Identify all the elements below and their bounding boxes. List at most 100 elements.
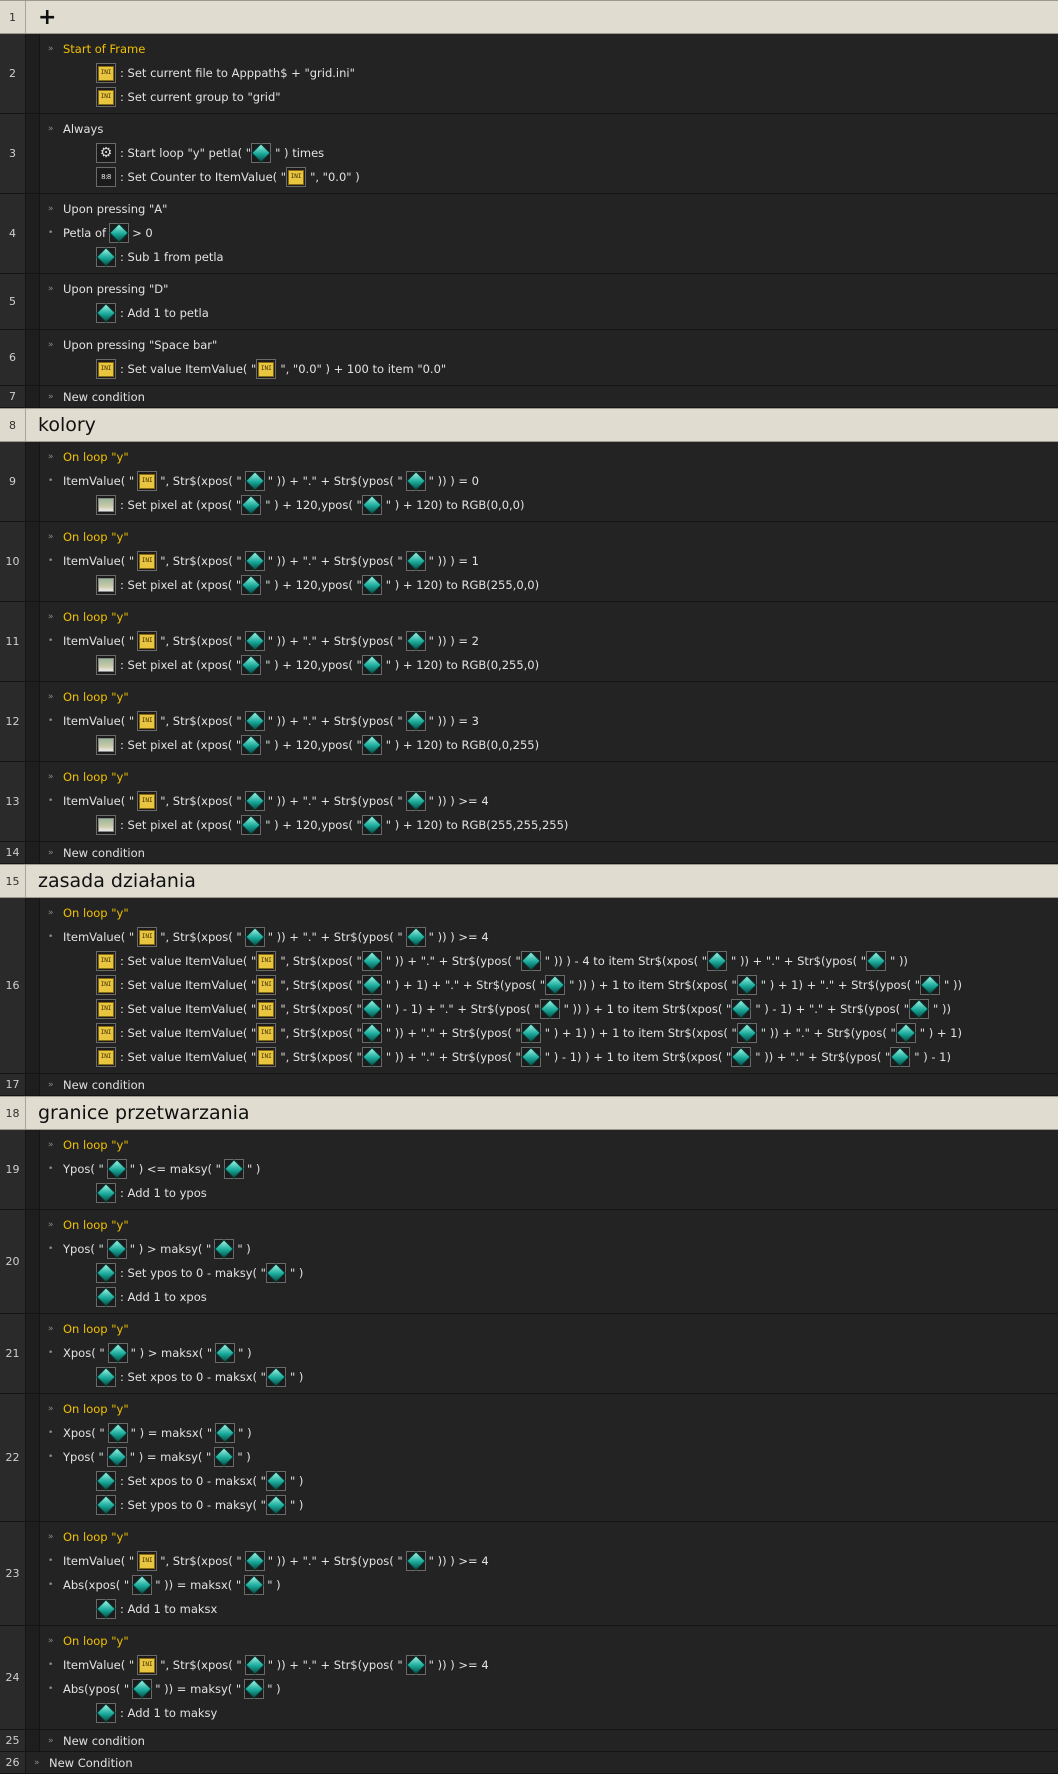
active-object-icon[interactable] bbox=[265, 1263, 286, 1283]
new-condition-label[interactable]: New condition bbox=[63, 390, 145, 404]
active-object-icon[interactable] bbox=[520, 1023, 541, 1043]
condition-line[interactable]: • Petla of > 0 bbox=[40, 221, 1058, 245]
event-row[interactable]: 3 » Always ⚙: Start loop "y" petla( " " ) ti… bbox=[0, 114, 1058, 194]
active-object-icon[interactable] bbox=[405, 551, 426, 571]
event-row[interactable]: 10 » On loop "y" • ItemValue( " INI ", Str$(xp… bbox=[0, 522, 1058, 602]
active-object-icon[interactable] bbox=[96, 1703, 116, 1723]
active-object-icon[interactable] bbox=[244, 711, 265, 731]
active-object-icon[interactable] bbox=[132, 1679, 153, 1699]
active-object-icon[interactable] bbox=[405, 791, 426, 811]
event-row[interactable]: 6» Upon pressing "Space bar" INI: Set valu… bbox=[0, 330, 1058, 386]
active-object-icon[interactable] bbox=[215, 1423, 236, 1443]
active-object-icon[interactable] bbox=[265, 1495, 286, 1515]
ini-file-icon[interactable]: INI bbox=[96, 63, 116, 83]
new-condition[interactable]: » New Condition bbox=[26, 1752, 1058, 1774]
ini-file-icon[interactable]: INI bbox=[137, 791, 158, 811]
action-line[interactable]: INI: Set value ItemValue( " INI ", Str$(xp… bbox=[40, 949, 1058, 973]
condition-line[interactable]: » On loop "y" bbox=[40, 605, 1058, 629]
active-object-icon[interactable] bbox=[244, 927, 265, 947]
active-object-icon[interactable] bbox=[106, 1447, 127, 1467]
active-object-icon[interactable] bbox=[405, 927, 426, 947]
condition-line[interactable]: • ItemValue( " INI ", Str$(xpos( " " )) + ".… bbox=[40, 789, 1058, 813]
comment-row[interactable]: 15 zasada działania bbox=[0, 864, 1058, 898]
comment-row[interactable]: 1 + bbox=[0, 0, 1058, 34]
condition-line[interactable]: » On loop "y" bbox=[40, 1133, 1058, 1157]
new-condition-row[interactable]: 7 » New condition bbox=[0, 386, 1058, 408]
picture-icon[interactable] bbox=[96, 495, 116, 515]
active-object-icon[interactable] bbox=[405, 1655, 426, 1675]
active-object-icon[interactable] bbox=[361, 735, 382, 755]
action-line[interactable]: INI: Set value ItemValue( " INI ", Str$(xp… bbox=[40, 997, 1058, 1021]
active-object-icon[interactable] bbox=[539, 999, 560, 1019]
picture-icon[interactable] bbox=[96, 815, 116, 835]
active-object-icon[interactable] bbox=[405, 471, 426, 491]
new-condition[interactable]: » New condition bbox=[40, 842, 1058, 864]
active-object-icon[interactable] bbox=[405, 1551, 426, 1571]
condition-line[interactable]: » On loop "y" bbox=[40, 445, 1058, 469]
event-row[interactable]: 13 » On loop "y" • ItemValue( " INI ", Str$(xp… bbox=[0, 762, 1058, 842]
active-object-icon[interactable] bbox=[361, 975, 382, 995]
active-object-icon[interactable] bbox=[96, 247, 116, 267]
active-object-icon[interactable] bbox=[265, 1471, 286, 1491]
picture-icon[interactable] bbox=[96, 655, 116, 675]
action-line[interactable]: INI: Set value ItemValue( " INI ", Str$(xp… bbox=[40, 1021, 1058, 1045]
condition-line[interactable]: » Always bbox=[40, 117, 1058, 141]
active-object-icon[interactable] bbox=[909, 999, 930, 1019]
active-object-icon[interactable] bbox=[405, 631, 426, 651]
new-condition[interactable]: » New condition bbox=[40, 386, 1058, 408]
ini-file-icon[interactable]: INI bbox=[96, 1023, 116, 1043]
active-object-icon[interactable] bbox=[244, 631, 265, 651]
active-object-icon[interactable] bbox=[96, 1471, 116, 1491]
active-object-icon[interactable] bbox=[520, 951, 541, 971]
event-row[interactable]: 9 » On loop "y" • ItemValue( " INI ", Str$(xpo… bbox=[0, 442, 1058, 522]
active-object-icon[interactable] bbox=[107, 1423, 128, 1443]
comment-text[interactable]: kolory bbox=[26, 409, 96, 441]
new-condition-row[interactable]: 26 » New Condition bbox=[0, 1752, 1058, 1774]
active-object-icon[interactable] bbox=[244, 551, 265, 571]
event-row[interactable]: 5 » Upon pressing "D": Add 1 to petla bbox=[0, 274, 1058, 330]
condition-line[interactable]: » On loop "y" bbox=[40, 685, 1058, 709]
comment-text[interactable]: zasada działania bbox=[26, 865, 196, 897]
event-row[interactable]: 16» On loop "y" • ItemValue( " INI ", Str$(xp… bbox=[0, 898, 1058, 1074]
active-object-icon[interactable] bbox=[106, 1239, 127, 1259]
action-line[interactable]: INI: Set value ItemValue( " INI ", "0.0" )… bbox=[40, 357, 1058, 381]
ini-file-icon[interactable]: INI bbox=[137, 1655, 158, 1675]
event-row[interactable]: 2 » Start of Frame INI: Set current file to… bbox=[0, 34, 1058, 114]
event-row[interactable]: 11 » On loop "y" • ItemValue( " INI ", Str$(xp… bbox=[0, 602, 1058, 682]
new-condition-label[interactable]: New condition bbox=[63, 1734, 145, 1748]
ini-file-icon[interactable]: INI bbox=[96, 359, 116, 379]
action-line[interactable]: INI: Set value ItemValue( " INI ", Str$(xp… bbox=[40, 973, 1058, 997]
condition-line[interactable]: • Ypos( " " ) <= maksy( " " ) bbox=[40, 1157, 1058, 1181]
new-condition-row[interactable]: 14 » New condition bbox=[0, 842, 1058, 864]
action-line[interactable]: : Set pixel at (xpos( " " ) + 120,ypos( "… bbox=[40, 493, 1058, 517]
ini-file-icon[interactable]: INI bbox=[137, 711, 158, 731]
comment-row[interactable]: 8 kolory bbox=[0, 408, 1058, 442]
action-line[interactable]: : Set ypos to 0 - maksy( " " ) bbox=[40, 1261, 1058, 1285]
condition-line[interactable]: » Upon pressing "Space bar" bbox=[40, 333, 1058, 357]
action-line[interactable]: : Set ypos to 0 - maksy( " " ) bbox=[40, 1493, 1058, 1517]
new-condition-label[interactable]: New condition bbox=[63, 846, 145, 860]
ini-file-icon[interactable]: INI bbox=[256, 1047, 277, 1067]
ini-file-icon[interactable]: INI bbox=[286, 167, 307, 187]
event-row[interactable]: 20 » On loop "y" • Ypos( " " ) > maksy( " " ):… bbox=[0, 1210, 1058, 1314]
active-object-icon[interactable] bbox=[96, 1183, 116, 1203]
loop-gear-icon[interactable]: ⚙ bbox=[96, 143, 116, 163]
ini-file-icon[interactable]: INI bbox=[137, 471, 158, 491]
condition-line[interactable]: » On loop "y" bbox=[40, 1213, 1058, 1237]
active-object-icon[interactable] bbox=[361, 815, 382, 835]
condition-line[interactable]: • Xpos( " " ) = maksx( " " ) bbox=[40, 1421, 1058, 1445]
event-row[interactable]: 22» On loop "y" • Xpos( " " ) = maksx( " " ) •… bbox=[0, 1394, 1058, 1522]
ini-file-icon[interactable]: INI bbox=[96, 999, 116, 1019]
active-object-icon[interactable] bbox=[731, 1047, 752, 1067]
active-object-icon[interactable] bbox=[361, 999, 382, 1019]
condition-line[interactable]: • Ypos( " " ) > maksy( " " ) bbox=[40, 1237, 1058, 1261]
active-object-icon[interactable] bbox=[920, 975, 941, 995]
active-object-icon[interactable] bbox=[241, 735, 262, 755]
condition-line[interactable]: » Upon pressing "A" bbox=[40, 197, 1058, 221]
action-line[interactable]: ⚙: Start loop "y" petla( " " ) times bbox=[40, 141, 1058, 165]
action-line[interactable]: : Add 1 to maksy bbox=[40, 1701, 1058, 1725]
new-condition-label[interactable]: New Condition bbox=[49, 1756, 133, 1770]
active-object-icon[interactable] bbox=[895, 1023, 916, 1043]
condition-line[interactable]: » On loop "y" bbox=[40, 525, 1058, 549]
active-object-icon[interactable] bbox=[241, 655, 262, 675]
